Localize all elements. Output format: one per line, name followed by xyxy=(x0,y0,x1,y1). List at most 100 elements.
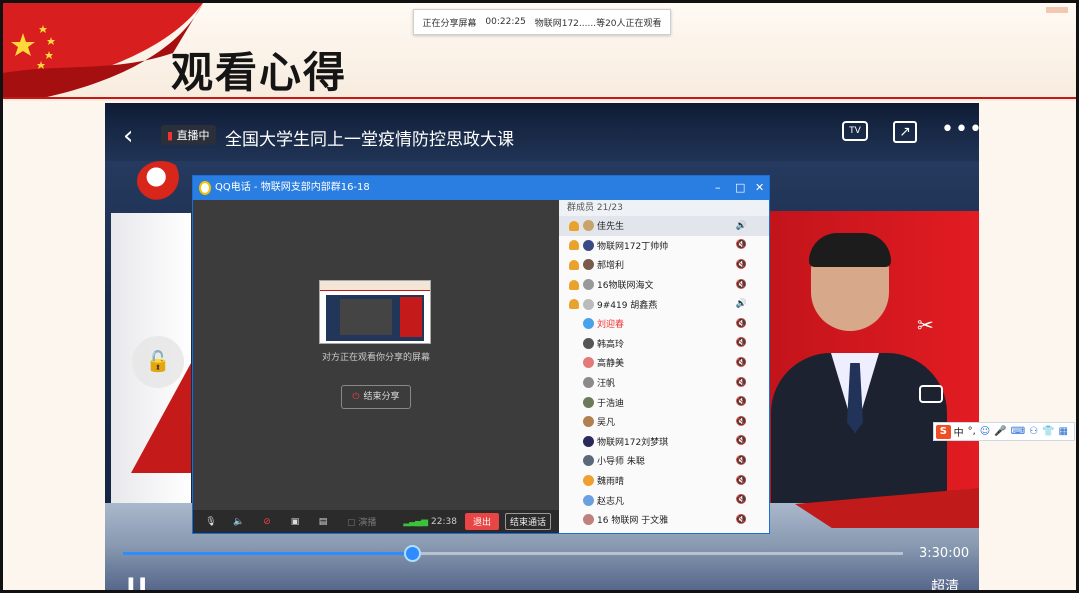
mic-muted-icon: 🔇 xyxy=(735,259,747,270)
chevron-left-icon[interactable]: ‹ xyxy=(123,121,133,151)
keyboard-icon[interactable]: ⌨ xyxy=(1011,426,1025,437)
voice-icon[interactable]: 🎤 xyxy=(994,426,1006,437)
avatar xyxy=(583,318,594,330)
screen-share-icon[interactable]: ▣ xyxy=(285,517,305,527)
member-row[interactable]: 汪帆 🔇 xyxy=(559,373,769,393)
mic-muted-icon: 🔇 xyxy=(735,475,747,486)
avatar xyxy=(583,279,594,291)
screen-share-status-bar[interactable]: 正在分享屏幕 00:22:25 物联网172......等20人正在观看 xyxy=(413,9,671,35)
share-icon[interactable]: ↗ xyxy=(893,121,917,143)
member-role-spacer xyxy=(569,456,579,466)
skin-icon[interactable]: 👕 xyxy=(1042,426,1054,437)
admin-role-icon xyxy=(569,279,579,290)
avatar xyxy=(583,239,594,251)
speaking-icon: 🔊 xyxy=(735,220,747,231)
watching-notice: 对方正在观看你分享的屏幕 xyxy=(321,353,430,363)
mic-muted-icon: 🔇 xyxy=(735,436,747,447)
member-row[interactable]: 16物联网海文 🔇 xyxy=(559,275,769,295)
avatar xyxy=(583,475,594,487)
avatar xyxy=(583,494,594,506)
minimize-button[interactable]: – xyxy=(715,176,721,200)
camera-icon[interactable] xyxy=(919,385,943,403)
call-timer: 22:38 xyxy=(431,516,457,527)
present-mode-button[interactable]: ▢ 演播 xyxy=(347,515,376,528)
tv-cast-label: TV xyxy=(849,126,861,136)
member-list-panel: 群成员 21/23 佳先生 🔊 物联网172丁帅帅 🔇 郝增利 🔇 16物联网海文 🔇 9#41… xyxy=(559,200,769,533)
member-name: 物联网172刘梦琪 xyxy=(597,437,669,448)
scissors-icon[interactable]: ✂ xyxy=(917,313,934,337)
share-duration: 00:22:25 xyxy=(485,17,526,27)
member-row[interactable]: 物联网172丁帅帅 🔇 xyxy=(559,236,769,256)
qq-logo-icon xyxy=(199,181,211,195)
speaker-icon[interactable]: 🔈 xyxy=(229,517,249,527)
member-role-spacer xyxy=(569,397,579,407)
call-toolbar: 🎙 🔈 ⊘ ▣ ▤ ▢ 演播 ▂▃▄▅ 22:38 退出 结束通话 xyxy=(193,510,559,533)
mic-muted-icon: 🔇 xyxy=(735,377,747,388)
avatar xyxy=(583,220,594,232)
live-badge: ▮ 直播中 xyxy=(161,125,216,145)
member-count: 群成员 21/23 xyxy=(559,200,769,216)
shared-screen-thumbnail xyxy=(319,280,431,344)
mic-muted-icon: 🔇 xyxy=(735,338,747,349)
mic-muted-icon: 🔇 xyxy=(735,416,747,427)
admin-role-icon xyxy=(569,259,579,270)
end-share-button[interactable]: ⏻ 结束分享 xyxy=(341,385,411,409)
member-row[interactable]: 9#419 胡鑫燕 🔊 xyxy=(559,294,769,314)
tv-cast-icon[interactable]: TV xyxy=(842,121,868,141)
member-row[interactable]: 高静美 🔇 xyxy=(559,353,769,373)
member-name: 汪帆 xyxy=(597,379,616,390)
member-name: 高静美 xyxy=(597,359,625,370)
emoji-icon[interactable]: ☺ xyxy=(980,426,990,437)
progress-knob[interactable] xyxy=(403,545,421,562)
member-name: 赵志凡 xyxy=(597,496,625,507)
member-row[interactable]: 佳先生 🔊 xyxy=(559,216,769,236)
admin-role-icon xyxy=(569,299,579,310)
quality-selector[interactable]: 超清 xyxy=(931,576,959,590)
share-viewers-text: 物联网172......等20人正在观看 xyxy=(534,18,662,29)
member-row[interactable]: 郝增利 🔇 xyxy=(559,255,769,275)
qq-call-window[interactable]: QQ电话 - 物联网支部内部群16-18 – □ ✕ 对方正在观看你分享的屏幕 … xyxy=(192,175,770,534)
more-icon[interactable]: ••• xyxy=(941,119,979,141)
member-name: 16 物联网 于文雅 xyxy=(597,516,669,527)
exit-button[interactable]: 退出 xyxy=(464,513,499,530)
member-row[interactable]: 16 物联网 于文雅 🔇 xyxy=(559,510,769,530)
member-role-spacer xyxy=(569,515,579,525)
camera-off-icon[interactable]: ⊘ xyxy=(257,517,277,527)
ime-punctuation[interactable]: °, xyxy=(968,426,976,437)
microphone-icon[interactable]: 🎙 xyxy=(201,517,221,527)
member-row[interactable]: 吴凡 🔇 xyxy=(559,412,769,432)
member-row[interactable]: 于浩迪 🔇 xyxy=(559,392,769,412)
member-row[interactable]: 物联网172刘梦琪 🔇 xyxy=(559,432,769,452)
qq-title-bar[interactable]: QQ电话 - 物联网支部内部群16-18 xyxy=(193,176,769,200)
admin-role-icon xyxy=(569,220,579,231)
ime-toolbar[interactable]: S 中 °, ☺ 🎤 ⌨ ⚇ 👕 ▦ xyxy=(933,422,1075,441)
ime-language[interactable]: 中 xyxy=(954,424,964,439)
member-row[interactable]: 赵志凡 🔇 xyxy=(559,490,769,510)
screen-frame: 观看心得 正在分享屏幕 00:22:25 物联网172......等20人正在观… xyxy=(3,3,1076,590)
avatar xyxy=(583,514,594,526)
avatar xyxy=(583,298,594,310)
user-icon[interactable]: ⚇ xyxy=(1029,426,1038,437)
toolbox-icon[interactable]: ▦ xyxy=(1059,426,1068,437)
member-role-spacer xyxy=(569,495,579,505)
maximize-button[interactable]: □ xyxy=(735,176,745,200)
member-row[interactable]: 魏雨晴 🔇 xyxy=(559,471,769,491)
member-name: 魏雨晴 xyxy=(597,477,625,488)
avatar xyxy=(583,259,594,271)
share-preview-pane: 对方正在观看你分享的屏幕 ⏻ 结束分享 xyxy=(193,200,559,510)
member-row[interactable]: 韩高玲 🔇 xyxy=(559,334,769,354)
member-name: 佳先生 xyxy=(597,222,625,233)
member-role-spacer xyxy=(569,319,579,329)
member-name: 吴凡 xyxy=(597,418,616,429)
member-row[interactable]: 小导师 朱聪 🔇 xyxy=(559,451,769,471)
member-row[interactable]: 刘迎春 🔇 xyxy=(559,314,769,334)
end-call-button[interactable]: 结束通话 xyxy=(504,513,551,530)
pause-icon[interactable]: ❚❚ xyxy=(125,576,148,590)
header-divider xyxy=(3,97,1076,99)
avatar xyxy=(583,396,594,408)
presentation-icon[interactable]: ▤ xyxy=(313,517,333,527)
lock-icon[interactable]: 🔓 xyxy=(132,336,184,388)
qq-window-title: QQ电话 - 物联网支部内部群16-18 xyxy=(215,182,370,193)
close-button[interactable]: ✕ xyxy=(755,176,764,200)
presenter-figure xyxy=(771,233,947,503)
